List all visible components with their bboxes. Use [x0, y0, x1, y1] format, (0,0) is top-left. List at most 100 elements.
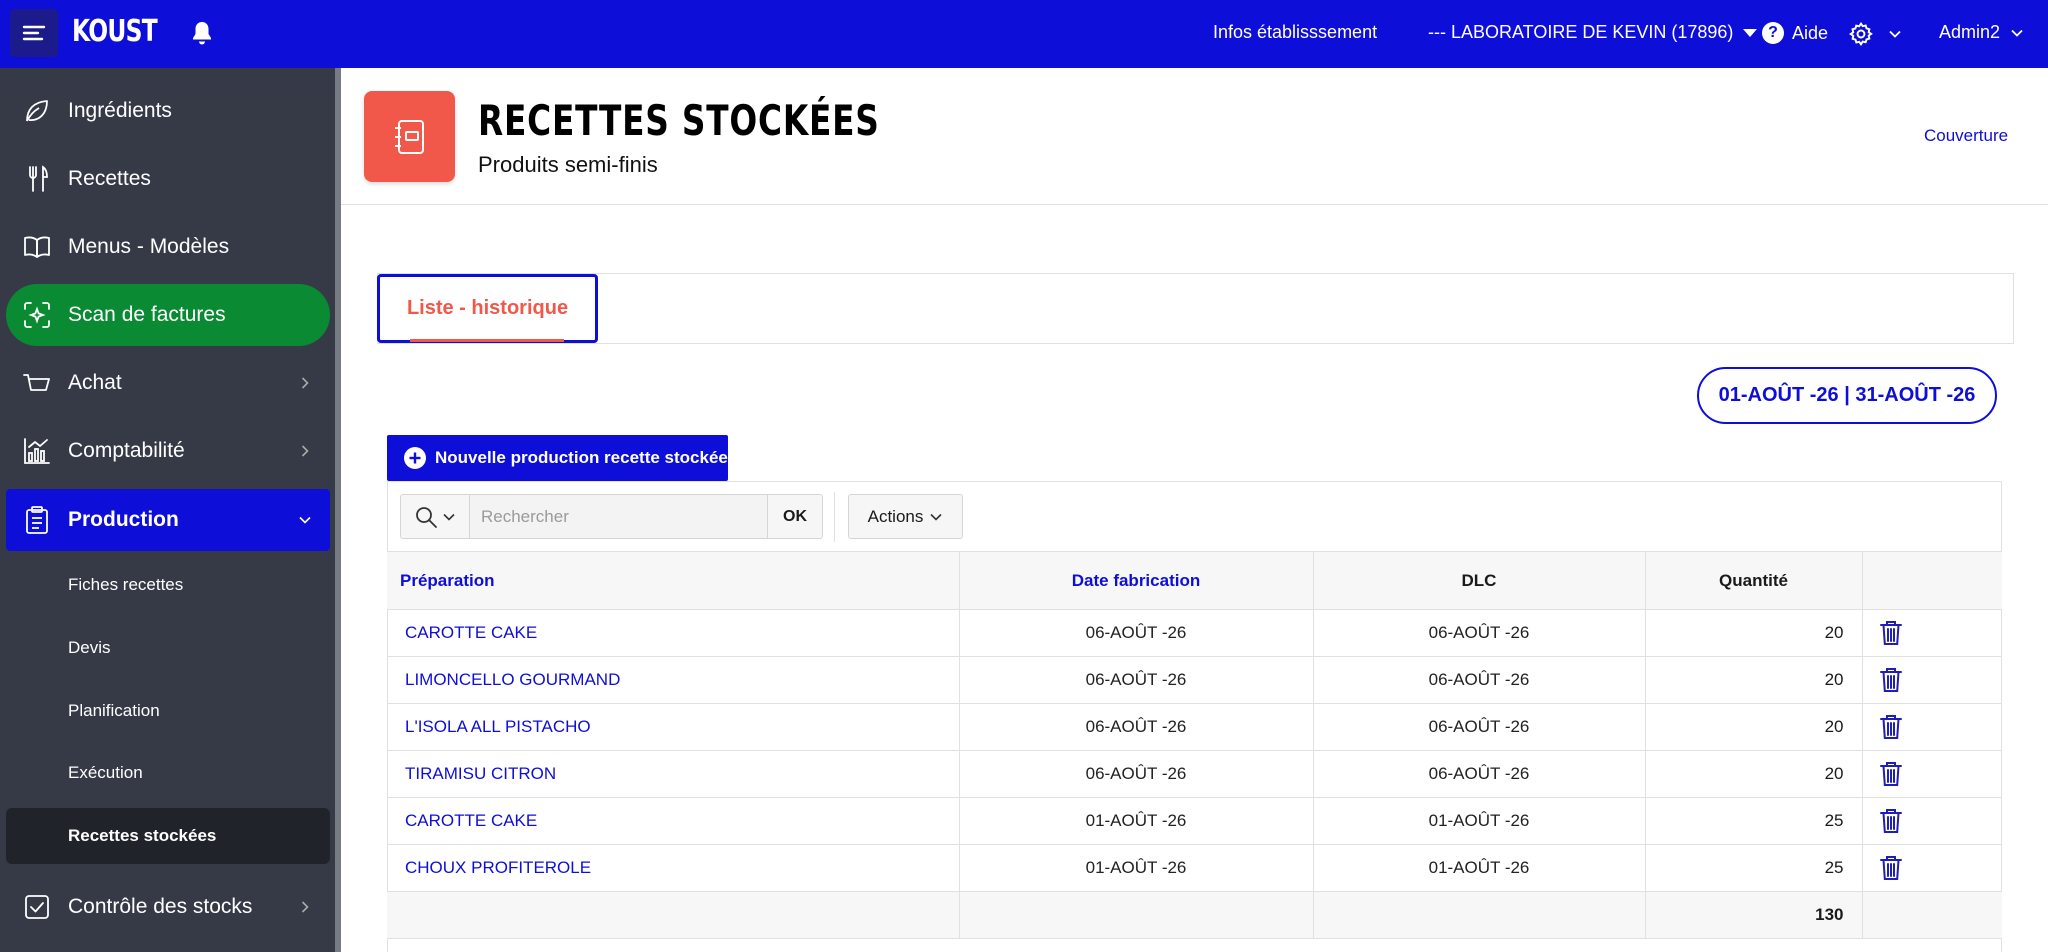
sidebar-item-label: Achat: [68, 371, 122, 394]
fork-knife-icon: [29, 165, 48, 192]
user-menu[interactable]: Admin2: [1939, 22, 2024, 43]
sidebar-item-scan[interactable]: Scan de factures: [6, 284, 330, 346]
dlc-cell: 06-AOÛT -26: [1313, 703, 1646, 751]
total-empty-cell: [959, 891, 1314, 939]
trash-icon[interactable]: [1879, 714, 1903, 740]
sidebar-scrollbar[interactable]: [335, 68, 341, 952]
date-range-picker[interactable]: 01-AOÛT -26 | 31-AOÛT -26: [1697, 367, 1997, 424]
date-fabrication-cell: 06-AOÛT -26: [959, 609, 1314, 657]
table-row: TIRAMISU CITRON 06-AOÛT -26 06-AOÛT -26 …: [387, 750, 2002, 798]
sidebar-subitem-label: Devis: [68, 638, 111, 657]
sidebar-item-ingredients[interactable]: Ingrédients: [6, 80, 330, 142]
chevron-right-icon: [301, 445, 309, 457]
actions-dropdown[interactable]: Actions: [848, 494, 963, 539]
trash-icon[interactable]: [1879, 667, 1903, 693]
sidebar-item-label: Comptabilité: [68, 439, 185, 462]
sidebar-item-label: Contrôle des stocks: [68, 895, 253, 918]
establishment-name: --- LABORATOIRE DE KEVIN (17896): [1428, 22, 1734, 42]
sidebar-subitem-label: Exécution: [68, 763, 143, 782]
trash-icon[interactable]: [1879, 855, 1903, 881]
dlc-cell: 01-AOÛT -26: [1313, 797, 1646, 845]
settings-menu[interactable]: [1848, 21, 1902, 47]
sidebar-item-production[interactable]: Production: [6, 489, 330, 551]
sidebar-subitem-planification[interactable]: Planification: [6, 683, 330, 739]
sidebar-item-menus[interactable]: Menus - Modèles: [6, 216, 330, 278]
table-row: CHOUX PROFITEROLE 01-AOÛT -26 01-AOÛT -2…: [387, 844, 2002, 892]
preparation-link[interactable]: TIRAMISU CITRON: [387, 750, 960, 798]
column-header-preparation[interactable]: Préparation: [387, 551, 960, 610]
trash-icon[interactable]: [1879, 761, 1903, 787]
table-row: L'ISOLA ALL PISTACHO 06-AOÛT -26 06-AOÛT…: [387, 703, 2002, 751]
establishment-selector[interactable]: --- LABORATOIRE DE KEVIN (17896): [1428, 22, 1758, 43]
actions-label: Actions: [867, 506, 924, 526]
chevron-down-icon: [930, 513, 942, 521]
page-icon: [364, 91, 455, 182]
dlc-cell: 06-AOÛT -26: [1313, 750, 1646, 798]
page-title: RECETTES STOCKÉES: [478, 96, 880, 145]
tabs-panel: [377, 273, 2014, 344]
table-header-row: Préparation Date fabrication DLC Quantit…: [387, 551, 2002, 610]
sidebar-subitem-execution[interactable]: Exécution: [6, 745, 330, 801]
checkbox-icon: [25, 895, 49, 919]
date-fabrication-cell: 06-AOÛT -26: [959, 656, 1314, 704]
new-production-button[interactable]: Nouvelle production recette stockée: [387, 435, 728, 481]
caret-down-icon: [1743, 28, 1758, 37]
preparation-link[interactable]: L'ISOLA ALL PISTACHO: [387, 703, 960, 751]
search-field-selector[interactable]: [400, 494, 470, 539]
sidebar-subitem-label: Planification: [68, 701, 160, 720]
preparation-link[interactable]: CHOUX PROFITEROLE: [387, 844, 960, 892]
date-fabrication-cell: 06-AOÛT -26: [959, 750, 1314, 798]
app-logo[interactable]: KOUST: [72, 14, 158, 49]
sidebar-subitem-devis[interactable]: Devis: [6, 620, 330, 676]
column-header-quantite: Quantité: [1645, 551, 1863, 610]
total-empty-cell: [387, 891, 960, 939]
chevron-down-icon: [443, 513, 455, 521]
column-header-date-fabrication[interactable]: Date fabrication: [959, 551, 1314, 610]
tab-liste-historique[interactable]: Liste - historique: [377, 274, 598, 343]
bell-icon[interactable]: [190, 20, 214, 46]
help-label: Aide: [1792, 22, 1829, 43]
column-header-actions: [1862, 551, 2002, 610]
chevron-down-icon: [2011, 29, 2023, 37]
table-row: CAROTTE CAKE 06-AOÛT -26 06-AOÛT -26 20: [387, 609, 2002, 657]
sidebar-item-comptabilite[interactable]: Comptabilité: [6, 420, 330, 482]
date-fabrication-cell: 01-AOÛT -26: [959, 797, 1314, 845]
couverture-link[interactable]: Couverture: [1924, 126, 2008, 146]
trash-icon[interactable]: [1879, 808, 1903, 834]
preparation-link[interactable]: CAROTTE CAKE: [387, 797, 960, 845]
sidebar-subitem-recettes-stockees[interactable]: Recettes stockées: [6, 808, 330, 864]
cart-icon: [23, 374, 50, 391]
header-divider: [341, 204, 2048, 205]
quantity-cell: 20: [1645, 750, 1863, 798]
preparation-link[interactable]: CAROTTE CAKE: [387, 609, 960, 657]
establishment-info-link[interactable]: Infos établisssement: [1213, 22, 1377, 43]
total-quantity: 130: [1645, 891, 1863, 939]
column-header-dlc: DLC: [1313, 551, 1646, 610]
sidebar-subitem-label: Recettes stockées: [68, 826, 217, 845]
sidebar-item-achat[interactable]: Achat: [6, 352, 330, 414]
quantity-cell: 20: [1645, 609, 1863, 657]
clipboard-icon: [26, 506, 48, 534]
sidebar-subitem-fiches-recettes[interactable]: Fiches recettes: [6, 557, 330, 613]
search-ok-button[interactable]: OK: [767, 494, 823, 539]
menu-icon[interactable]: [10, 9, 58, 57]
sidebar-item-label: Recettes: [68, 167, 151, 190]
chevron-right-icon: [301, 901, 309, 913]
notebook-icon: [394, 119, 424, 154]
trash-icon[interactable]: [1879, 620, 1903, 646]
sidebar-item-label: Production: [68, 508, 179, 531]
search-input[interactable]: [469, 494, 768, 539]
sidebar-item-recettes[interactable]: Recettes: [6, 148, 330, 210]
search-icon: [416, 506, 437, 528]
toolbar-divider: [834, 492, 835, 542]
stored-recipes-table: Préparation Date fabrication DLC Quantit…: [387, 551, 2002, 939]
table-total-row: 130: [387, 891, 2002, 939]
preparation-link[interactable]: LIMONCELLO GOURMAND: [387, 656, 960, 704]
book-icon: [24, 236, 50, 258]
chevron-right-icon: [301, 377, 309, 389]
user-name: Admin2: [1939, 22, 2001, 42]
sidebar-item-controle-stocks[interactable]: Contrôle des stocks: [6, 876, 330, 938]
quantity-cell: 25: [1645, 797, 1863, 845]
dlc-cell: 01-AOÛT -26: [1313, 844, 1646, 892]
help-link[interactable]: ? Aide: [1762, 22, 1828, 44]
